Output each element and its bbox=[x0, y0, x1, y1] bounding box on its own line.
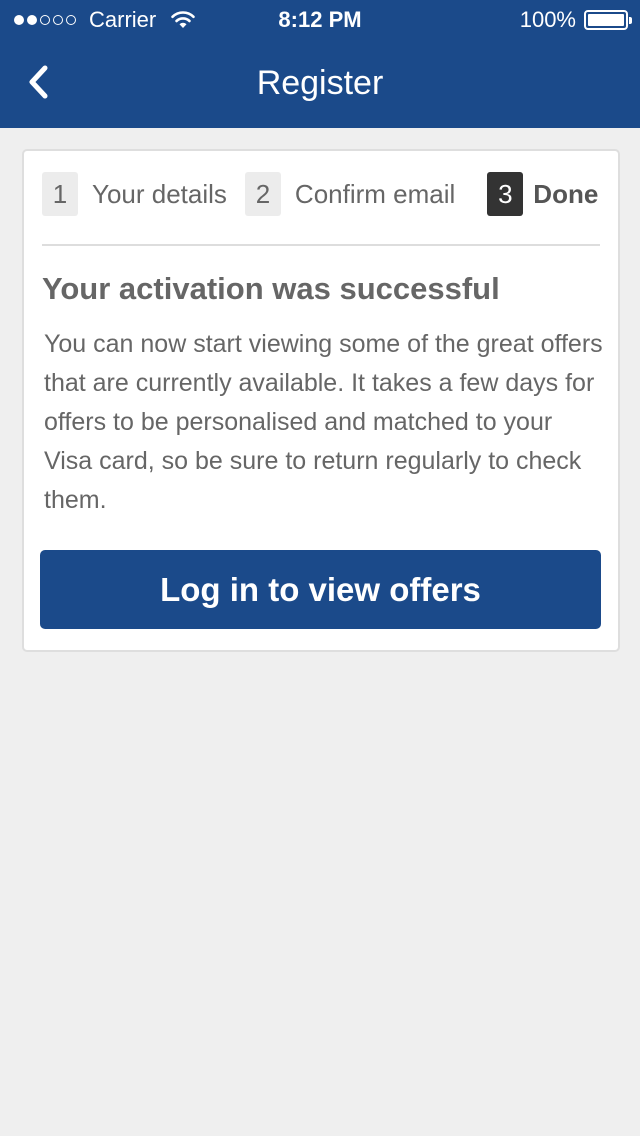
battery-percentage: 100% bbox=[519, 7, 576, 32]
step-number: 2 bbox=[244, 172, 281, 216]
success-message: You can now start viewing some of the gr… bbox=[44, 330, 603, 514]
login-to-view-offers-button[interactable]: Log in to view offers bbox=[40, 550, 601, 629]
divider bbox=[42, 244, 600, 246]
step-done: 3 Done bbox=[487, 172, 598, 216]
step-label: Confirm email bbox=[294, 178, 456, 209]
step-label: Your details bbox=[92, 178, 227, 209]
page-title: Register bbox=[256, 64, 384, 102]
success-heading: Your activation was successful bbox=[42, 271, 500, 306]
status-bar: Carrier 8:12 PM 100% bbox=[0, 0, 640, 40]
step-number: 3 bbox=[487, 172, 524, 216]
step-your-details: 1 Your details bbox=[42, 172, 227, 216]
step-number: 1 bbox=[42, 172, 78, 216]
step-confirm-email: 2 Confirm email bbox=[244, 172, 456, 216]
battery-icon bbox=[584, 10, 632, 30]
app-header: Carrier 8:12 PM 100% Register bbox=[0, 0, 640, 128]
progress-steps: 1 Your details 2 Confirm email 3 Done bbox=[42, 171, 600, 217]
status-right: 100% bbox=[519, 7, 632, 33]
step-label: Done bbox=[533, 178, 599, 209]
nav-bar: Register bbox=[0, 40, 640, 128]
activation-card: 1 Your details 2 Confirm email 3 Done Yo… bbox=[22, 149, 620, 652]
